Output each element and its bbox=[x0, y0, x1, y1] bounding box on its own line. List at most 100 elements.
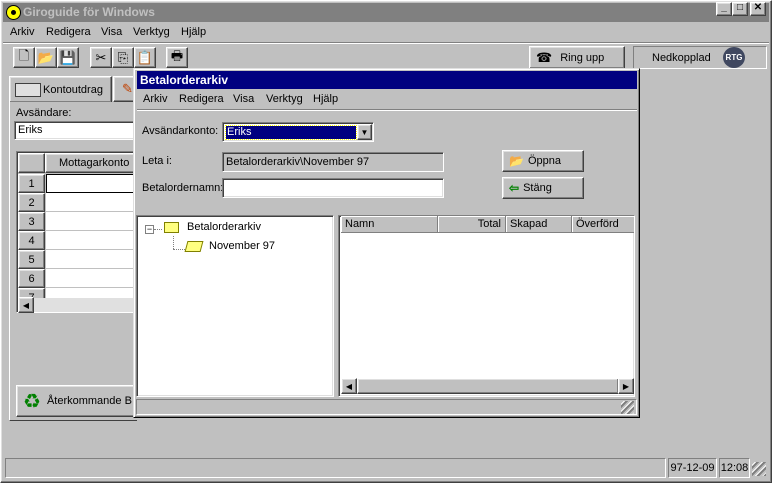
save-icon[interactable]: 💾 bbox=[57, 47, 79, 68]
grid-corner bbox=[18, 153, 45, 173]
list-hscroll[interactable]: ◀ ▶ bbox=[341, 378, 634, 394]
close-dialog-button[interactable]: ⇦ Stäng bbox=[502, 177, 584, 199]
dialog-menu-arkiv[interactable]: Arkiv bbox=[143, 90, 167, 108]
grid-rows: 1234567 bbox=[18, 174, 137, 298]
order-name-input[interactable] bbox=[222, 178, 444, 198]
copy-icon[interactable]: ⎘ bbox=[112, 47, 134, 68]
dialog-menu-divider bbox=[137, 109, 637, 111]
recipient-cell[interactable] bbox=[46, 231, 137, 250]
tab-icon: ✎ bbox=[122, 81, 133, 96]
recipient-cell[interactable] bbox=[46, 250, 137, 269]
main-title-bar[interactable]: Giroguide för Windows bbox=[3, 3, 769, 22]
dialog-resize-grip[interactable] bbox=[621, 401, 634, 414]
minimize-button[interactable]: _ bbox=[716, 2, 732, 16]
print-icon[interactable]: 🖶 bbox=[166, 47, 188, 68]
dialog-menu-hjalp[interactable]: Hjälp bbox=[313, 90, 338, 108]
open-folder-icon: 📂 bbox=[509, 154, 524, 168]
grid-column-header[interactable]: Mottagarkonto bbox=[45, 153, 137, 173]
tree-collapse-toggle[interactable]: − bbox=[145, 225, 154, 234]
maximize-button[interactable]: □ bbox=[732, 2, 748, 16]
dialog-menu-redigera[interactable]: Redigera bbox=[179, 90, 224, 108]
table-row[interactable]: 6 bbox=[18, 269, 137, 288]
table-row[interactable]: 4 bbox=[18, 231, 137, 250]
column-header-transferred[interactable]: Överförd bbox=[572, 216, 634, 233]
scroll-left-button[interactable]: ◀ bbox=[18, 297, 34, 313]
open-button[interactable]: 📂 Öppna bbox=[502, 150, 584, 172]
menu-divider bbox=[3, 42, 769, 44]
tab-kontoutdrag[interactable]: Kontoutdrag bbox=[9, 76, 112, 102]
archive-list[interactable]: Namn Total Skapad Överförd ◀ ▶ bbox=[338, 215, 635, 397]
recipient-cell[interactable] bbox=[46, 212, 137, 231]
close-button[interactable]: ✕ bbox=[750, 2, 766, 16]
arrow-left-icon: ⇦ bbox=[509, 181, 520, 195]
tree-node-root[interactable]: Betalorderarkiv bbox=[164, 221, 261, 233]
table-row[interactable]: 2 bbox=[18, 193, 137, 212]
menu-arkiv[interactable]: Arkiv bbox=[10, 23, 34, 41]
new-file-icon[interactable]: 🗋 bbox=[13, 47, 35, 68]
account-select-value: Eriks bbox=[225, 125, 357, 140]
row-header[interactable]: 5 bbox=[18, 250, 45, 269]
recipient-cell[interactable] bbox=[46, 174, 137, 193]
tree-connector-vertical bbox=[173, 236, 174, 249]
search-label: Leta i: bbox=[142, 155, 172, 167]
row-header[interactable]: 2 bbox=[18, 193, 45, 212]
folder-icon bbox=[164, 221, 179, 233]
open-folder-icon[interactable]: 📂 bbox=[35, 47, 57, 68]
chevron-down-icon[interactable]: ▼ bbox=[357, 124, 372, 140]
table-row[interactable]: 1 bbox=[18, 174, 137, 193]
sender-label: Avsändare: bbox=[16, 107, 72, 119]
grid-hscroll[interactable]: ◀ bbox=[18, 297, 137, 313]
main-menubar: Arkiv Redigera Visa Verktyg Hjälp bbox=[4, 23, 768, 41]
table-row[interactable]: 5 bbox=[18, 250, 137, 269]
account-label: Avsändarkonto: bbox=[142, 125, 219, 137]
archive-dialog: Betalorderarkiv Arkiv Redigera Visa Verk… bbox=[133, 68, 640, 418]
tree-connector-child bbox=[173, 249, 185, 250]
recycle-icon: ♻ bbox=[23, 390, 41, 413]
rtg-logo: RTG bbox=[723, 47, 745, 68]
recurring-button[interactable]: ♻ Återkommande B bbox=[16, 385, 137, 417]
recipient-cell[interactable] bbox=[46, 269, 137, 288]
folder-tree[interactable]: − Betalorderarkiv November 97 bbox=[136, 215, 334, 397]
account-select[interactable]: Eriks ▼ bbox=[222, 122, 374, 142]
statusbar-time: 12:08 bbox=[719, 458, 750, 478]
statement-icon bbox=[15, 82, 41, 97]
resize-grip[interactable] bbox=[752, 462, 766, 476]
menu-hjalp[interactable]: Hjälp bbox=[181, 23, 206, 41]
dialog-menubar: Arkiv Redigera Visa Verktyg Hjälp bbox=[137, 90, 637, 108]
sender-field[interactable]: Eriks bbox=[14, 121, 137, 140]
dialog-title-bar[interactable]: Betalorderarkiv bbox=[137, 71, 637, 89]
table-row[interactable]: 3 bbox=[18, 212, 137, 231]
dialog-menu-verktyg[interactable]: Verktyg bbox=[266, 90, 303, 108]
menu-verktyg[interactable]: Verktyg bbox=[133, 23, 170, 41]
recipient-cell[interactable] bbox=[46, 193, 137, 212]
column-header-total[interactable]: Total bbox=[438, 216, 506, 233]
table-row[interactable]: 7 bbox=[18, 288, 137, 298]
paste-icon[interactable]: 📋 bbox=[134, 47, 156, 68]
window-title: Giroguide för Windows bbox=[23, 5, 155, 19]
folder-open-icon bbox=[184, 240, 204, 252]
dialog-menu-visa[interactable]: Visa bbox=[233, 90, 254, 108]
row-header[interactable]: 6 bbox=[18, 269, 45, 288]
menu-visa[interactable]: Visa bbox=[101, 23, 122, 41]
scroll-right-icon[interactable]: ▶ bbox=[618, 378, 634, 394]
row-header[interactable]: 3 bbox=[18, 212, 45, 231]
connection-status: Nedkopplad bbox=[633, 46, 767, 69]
ring-upp-button[interactable]: ☎ Ring upp bbox=[529, 46, 625, 69]
column-header-name[interactable]: Namn bbox=[341, 216, 438, 233]
statusbar-date: 97-12-09 bbox=[668, 458, 717, 478]
phone-icon: ☎ bbox=[536, 49, 553, 65]
cut-icon[interactable]: ✂ bbox=[90, 47, 112, 68]
tree-node-child[interactable]: November 97 bbox=[184, 240, 275, 252]
dialog-statusbar bbox=[136, 399, 637, 415]
column-header-created[interactable]: Skapad bbox=[506, 216, 572, 233]
row-header[interactable]: 1 bbox=[18, 174, 45, 193]
recipient-cell[interactable] bbox=[46, 288, 137, 298]
scroll-left-icon[interactable]: ◀ bbox=[341, 378, 357, 394]
order-name-label: Betalordernamn: bbox=[142, 182, 224, 194]
search-path-field: Betalorderarkiv\November 97 bbox=[222, 152, 444, 172]
row-header[interactable]: 4 bbox=[18, 231, 45, 250]
menu-redigera[interactable]: Redigera bbox=[46, 23, 91, 41]
scroll-thumb[interactable] bbox=[357, 378, 619, 394]
app-icon[interactable] bbox=[6, 5, 21, 20]
tree-connector bbox=[154, 229, 162, 230]
